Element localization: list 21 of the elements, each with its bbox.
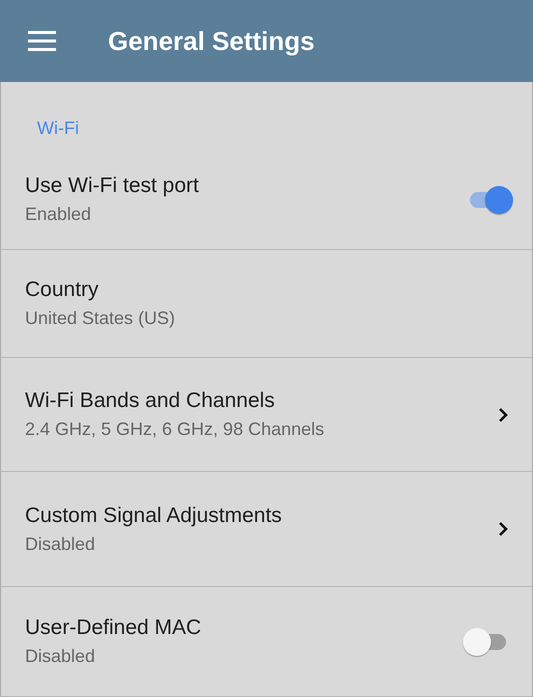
- screen-title: General Settings: [108, 26, 315, 56]
- setting-title: Use Wi-Fi test port: [25, 174, 200, 198]
- menu-button[interactable]: [28, 30, 56, 52]
- setting-title: Custom Signal Adjustments: [25, 504, 283, 528]
- setting-row[interactable]: Wi-Fi Bands and Channels 2.4 GHz, 5 GHz, 6 GHz, 98 Channels: [1, 358, 532, 472]
- setting-row[interactable]: Country United States (US): [1, 250, 532, 358]
- menu-icon: [28, 31, 56, 51]
- setting-title: Wi-Fi Bands and Channels: [25, 389, 276, 413]
- chevron-right-icon: [498, 406, 508, 422]
- setting-row[interactable]: Use Wi-Fi test port Enabled: [1, 150, 532, 250]
- setting-summary: 2.4 GHz, 5 GHz, 6 GHz, 98 Channels: [25, 419, 326, 440]
- setting-row[interactable]: User-Defined MAC Disabled: [1, 587, 532, 697]
- setting-title: Country: [25, 278, 100, 302]
- setting-summary: Disabled: [25, 646, 96, 667]
- setting-summary: Disabled: [25, 534, 96, 554]
- setting-summary: United States (US): [25, 308, 176, 329]
- chevron-right-icon: [498, 521, 508, 537]
- setting-row[interactable]: Custom Signal Adjustments Disabled: [1, 472, 532, 587]
- setting-title: User-Defined MAC: [25, 616, 202, 640]
- setting-summary: Enabled: [25, 204, 92, 225]
- section-header: Wi-Fi: [36, 117, 80, 140]
